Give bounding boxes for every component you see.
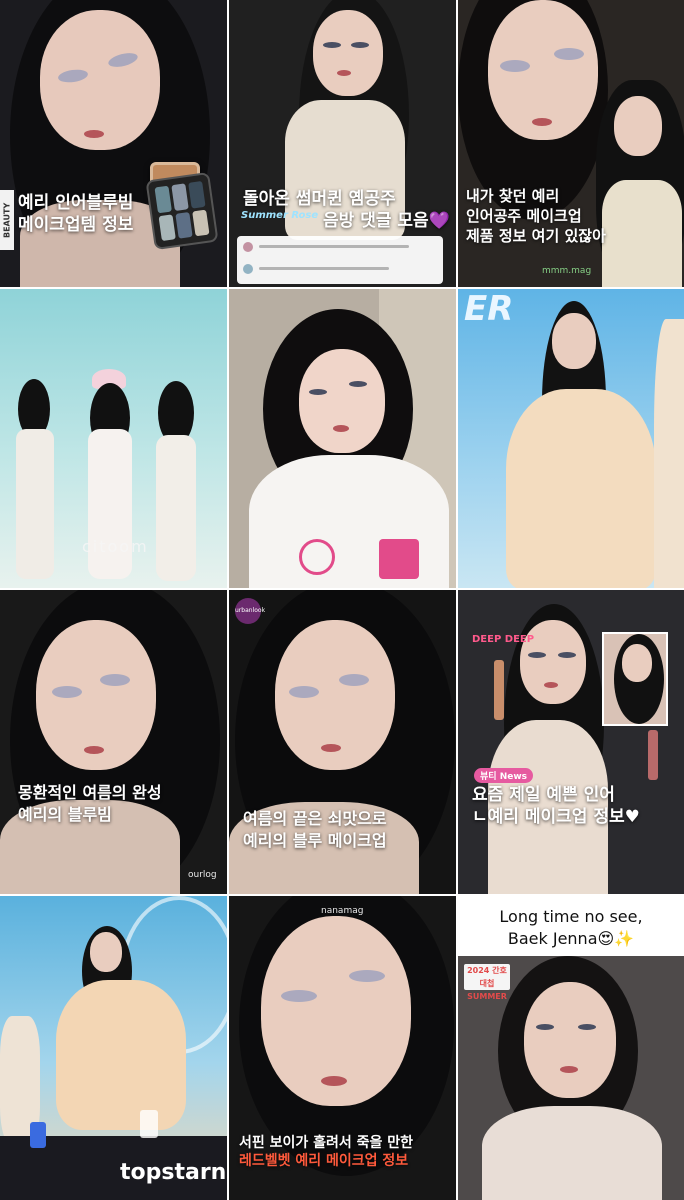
image-grid: BEAUTY 예리 인어블루빔 메이크업템 정보 돌아온 썸머퀸 옘공주 음방 … (0, 0, 684, 1200)
publisher-logo: urbanlook (235, 598, 265, 624)
grid-tile-2[interactable]: 돌아온 썸머퀸 옘공주 음방 댓글 모음💜 Summer Rose (229, 0, 456, 287)
watermark: topstarne (120, 1160, 227, 1185)
grid-tile-4[interactable]: citoom (0, 289, 227, 588)
brand-label: ourlog (188, 870, 217, 880)
grid-tile-10[interactable]: topstarne (0, 896, 227, 1200)
eyeshadow-palette-icon (147, 174, 217, 248)
grid-tile-7[interactable]: 몽환적인 여름의 완성 예리의 블루빔 ourlog (0, 590, 227, 894)
grid-tile-6[interactable]: ER (458, 289, 684, 588)
tile-caption: 몽환적인 여름의 완성 예리의 블루빔 (18, 783, 162, 824)
tile-caption: 여름의 끝은 쇠맛으로 예리의 블루 메이크업 (243, 809, 387, 850)
grid-tile-5[interactable] (229, 289, 456, 588)
tile-photo (0, 590, 227, 894)
summer-rose-sticker: Summer Rose (241, 210, 319, 221)
grid-tile-12[interactable]: Long time no see, Baek Jenna😍✨ 2024 간호대첩… (458, 896, 684, 1200)
show-logo: 2024 간호대첩 SUMMER (464, 964, 510, 1001)
tile-caption: 예리 인어블루빔 메이크업템 정보 (18, 193, 134, 235)
news-badge: 뷰티 News (474, 768, 534, 783)
grid-tile-11[interactable]: nanamag 서핀 보이가 홀려서 죽을 만한 레드벨벳 예리 메이크업 정보 (229, 896, 456, 1200)
tile-photo (0, 896, 227, 1200)
brand-label: nanamag (321, 906, 364, 916)
tile-caption: 서핀 보이가 홀려서 죽을 만한 레드벨벳 예리 메이크업 정보 (239, 1135, 414, 1169)
tile-caption: 내가 찾던 예리 인어공주 메이크업 제품 정보 여기 있잖아 (466, 187, 606, 245)
tile-photo (229, 289, 456, 588)
grid-tile-9[interactable]: DEEP DEEP 뷰티 News 요즘 제일 예쁜 인어 ㄴ예리 메이크업 정… (458, 590, 684, 894)
grid-tile-1[interactable]: BEAUTY 예리 인어블루빔 메이크업템 정보 (0, 0, 227, 287)
tile-photo (0, 0, 227, 287)
watermark: citoom (82, 537, 149, 556)
comment-card (237, 236, 443, 284)
grid-tile-3[interactable]: 내가 찾던 예리 인어공주 메이크업 제품 정보 여기 있잖아 mmm.mag (458, 0, 684, 287)
grid-tile-8[interactable]: urbanlook 여름의 끝은 쇠맛으로 예리의 블루 메이크업 (229, 590, 456, 894)
beauty-badge: BEAUTY (0, 190, 14, 250)
tile-photo: ER (458, 289, 684, 588)
tile-headline: Long time no see, Baek Jenna😍✨ (499, 907, 643, 948)
brand-label: mmm.mag (542, 266, 592, 276)
deep-deep-sticker: DEEP DEEP (472, 634, 535, 645)
tile-caption: 요즘 제일 예쁜 인어 ㄴ예리 메이크업 정보♥ (472, 785, 640, 827)
inset-thumbnail (602, 632, 668, 726)
